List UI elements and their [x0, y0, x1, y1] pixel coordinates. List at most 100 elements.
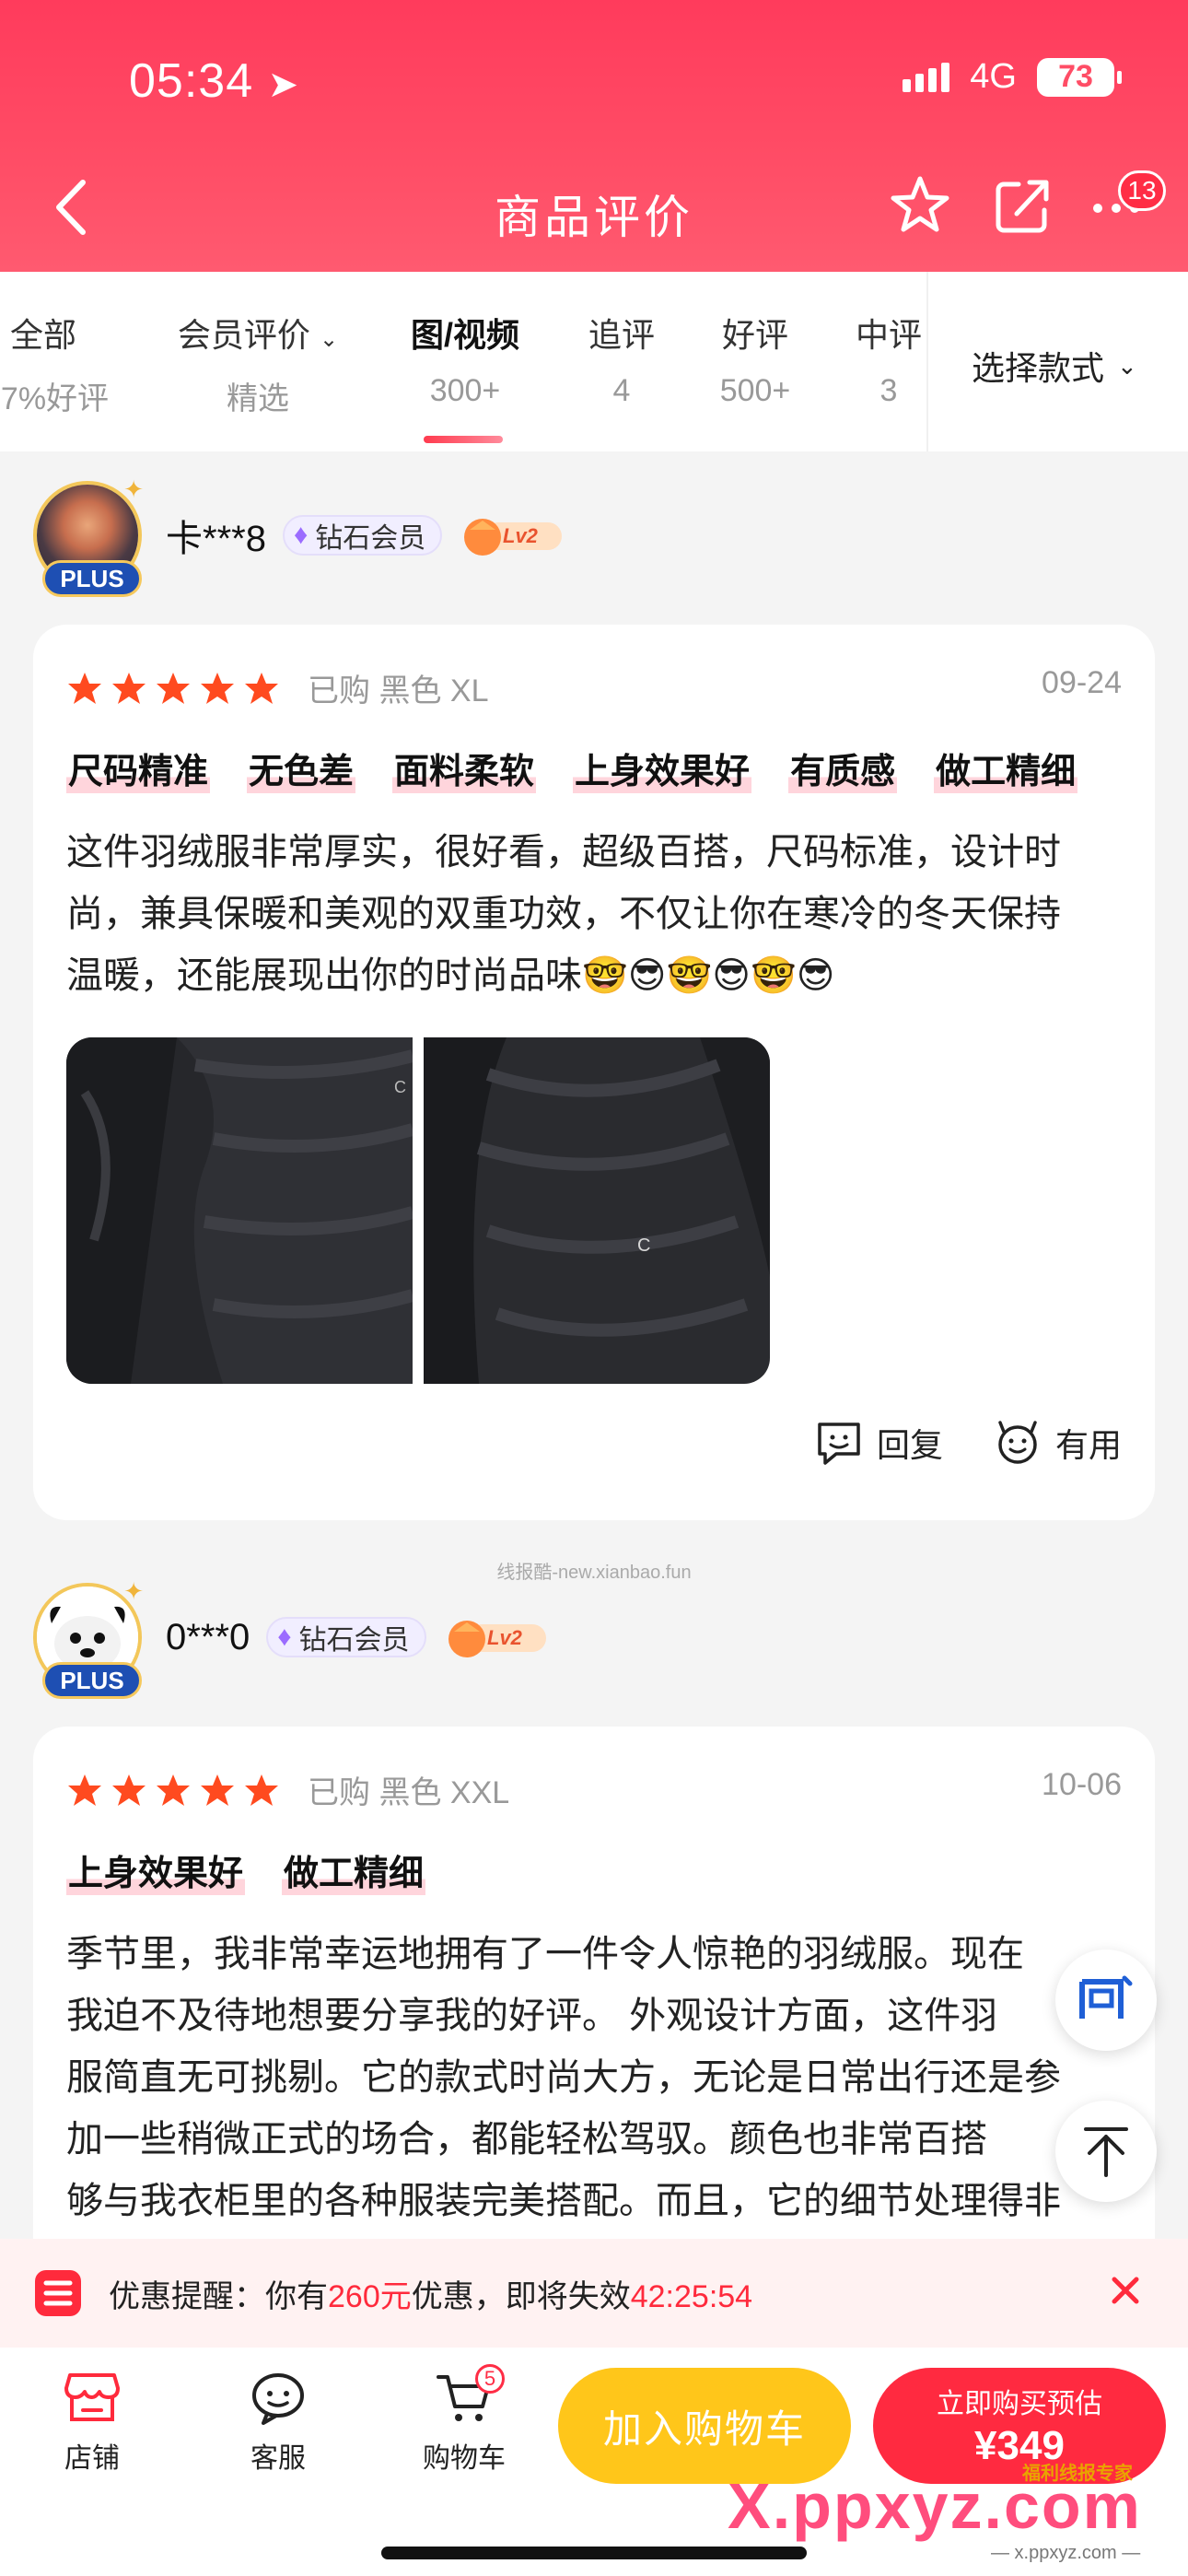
tab-photo-video[interactable]: 图/视频 300+ — [396, 309, 534, 409]
star-icon — [245, 672, 278, 704]
star-favorite-icon[interactable] — [888, 173, 952, 238]
tag-list: 尺码精准 无色差 面料柔软 上身效果好 有质感 做工精细 — [66, 743, 1078, 793]
service-button[interactable]: 客服 — [223, 2370, 333, 2476]
star-icon — [201, 1774, 234, 1806]
review-tag: 做工精细 — [934, 743, 1078, 793]
header: 05:34 ➤ 4G 73 商品评价 13 — [0, 0, 1188, 272]
review-photo[interactable]: C — [424, 1037, 770, 1384]
review-card: 已购 黑色 XXL 10-06 上身效果好 做工精细 季节里，我非常幸运地拥有了… — [33, 1727, 1155, 2298]
tab-label: 好评 — [721, 316, 788, 354]
chevron-down-icon: ⌄ — [319, 327, 339, 352]
arrow-up-icon — [1084, 2127, 1128, 2177]
star-icon — [157, 672, 190, 704]
svg-text:Lv2: Lv2 — [487, 1626, 523, 1649]
promo-bar: 优惠提醒：你有260元优惠，即将失效42:25:54 — [0, 2239, 1188, 2348]
review-line: 尚，兼具保暖和美观的双重功效，不仅让你在寒冷的冬天保持 — [66, 894, 1061, 934]
tab-sub: 97%好评 — [0, 381, 110, 416]
tab-all[interactable]: 全部 97%好评 — [0, 309, 110, 418]
share-icon[interactable] — [991, 173, 1055, 238]
useful-label: 有用 — [1054, 1426, 1122, 1464]
review-photos: C C — [66, 1037, 770, 1384]
status-bar-right: 4G 73 — [903, 57, 1122, 97]
cart-count-badge: 5 — [475, 2364, 505, 2394]
tab-sub: 3 — [879, 373, 898, 408]
review-line: 够与我衣柜里的各种服装完美搭配。而且，它的细节处理得非 — [66, 2181, 1061, 2221]
tab-label: 图/视频 — [410, 316, 519, 354]
star-icon — [201, 672, 234, 704]
review-page: 05:34 ➤ 4G 73 商品评价 13 全部 97%好评 会员评价 ⌄ 精选 图… — [0, 0, 1188, 2576]
purchase-info: 已购 黑色 XL — [308, 673, 489, 708]
rating-row: 已购 黑色 XXL — [66, 1767, 509, 1812]
review-tag: 无色差 — [247, 743, 356, 793]
cart-label: 购物车 — [423, 2443, 506, 2474]
store-label: 店铺 — [64, 2443, 120, 2474]
plus-badge: PLUS — [42, 1662, 142, 1699]
tab-positive[interactable]: 好评 500+ — [705, 309, 806, 409]
tag-list: 上身效果好 做工精细 — [66, 1844, 426, 1895]
tab-member[interactable]: 会员评价 ⌄ 精选 — [175, 309, 341, 418]
coupon-icon — [35, 2270, 81, 2316]
tab-sub: 500+ — [719, 373, 791, 408]
add-to-cart-button[interactable]: 加入购物车 — [558, 2368, 851, 2484]
site-watermark: X.ppxyz.com — [728, 2470, 1142, 2542]
review-line: 服简直无可挑剔。它的款式时尚大方，无论是日常出行还是参 — [66, 2057, 1061, 2098]
ask-icon — [1079, 1975, 1133, 2019]
membership-badge: ♦ 钻石会员 — [266, 1617, 426, 1657]
rating-row: 已购 黑色 XL — [66, 665, 488, 710]
star-icon — [68, 672, 101, 704]
tab-indicator — [424, 436, 503, 443]
tab-neutral[interactable]: 中评 3 — [838, 309, 939, 409]
plus-badge: PLUS — [42, 560, 142, 597]
site-watermark-sub: — x.ppxyz.com — — [991, 2543, 1141, 2563]
home-indicator — [381, 2547, 807, 2559]
review-card: 已购 黑色 XL 09-24 尺码精准 无色差 面料柔软 上身效果好 有质感 做… — [33, 625, 1155, 1520]
star-icon — [112, 672, 146, 704]
tab-label: 中评 — [855, 316, 922, 354]
review-user-row[interactable]: PLUS ✦ 0***0 ♦ 钻石会员 Lv2 — [33, 1577, 548, 1699]
useful-icon — [998, 1421, 1037, 1464]
review-date: 10-06 — [1042, 1767, 1122, 1802]
scroll-top-button[interactable] — [1055, 2101, 1157, 2202]
tab-sub: 精选 — [227, 381, 289, 416]
crown-icon: ✦ — [123, 475, 144, 503]
style-select[interactable]: 选择款式 ⌄ — [972, 342, 1137, 390]
reply-label: 回复 — [876, 1426, 943, 1464]
avatar[interactable]: PLUS ✦ — [33, 475, 144, 597]
diamond-icon: ♦ — [277, 1622, 292, 1652]
review-tag: 上身效果好 — [573, 743, 752, 793]
close-icon[interactable] — [1107, 2272, 1144, 2309]
style-select-label: 选择款式 — [972, 349, 1105, 387]
purchase-info: 已购 黑色 XXL — [308, 1775, 510, 1810]
store-button[interactable]: 店铺 — [37, 2370, 147, 2476]
battery-icon: 73 — [1037, 57, 1122, 97]
status-time: 05:34 ➤ — [129, 54, 300, 108]
watermark-text: 线报酷-new.xianbao.fun — [496, 1563, 692, 1583]
review-line: 这件羽绒服非常厚实，很好看，超级百搭，尺码标准，设计时 — [66, 832, 1061, 872]
signal-icon — [903, 62, 950, 92]
network-label: 4G — [970, 57, 1017, 96]
avatar[interactable]: PLUS ✦ — [33, 1577, 144, 1699]
tab-label: 全部 — [9, 316, 76, 354]
tab-label: 会员评价 ⌄ — [177, 316, 339, 354]
crown-icon: ✦ — [123, 1577, 144, 1605]
review-tag: 面料柔软 — [392, 743, 537, 793]
level-badge-icon: Lv2 — [448, 1621, 546, 1657]
cart-button[interactable]: 5 购物车 — [409, 2364, 519, 2476]
reply-button[interactable]: 回复 — [816, 1419, 943, 1467]
service-label: 客服 — [250, 2443, 306, 2474]
star-icon — [157, 1774, 190, 1806]
tab-sub: 4 — [612, 373, 631, 408]
review-line: 加一些稍微正式的场合，都能轻松驾驭。颜色也非常百搭 — [66, 2119, 987, 2160]
review-photo[interactable]: C — [66, 1037, 413, 1384]
level-badge-icon: Lv2 — [464, 519, 563, 556]
review-tag: 有质感 — [788, 743, 898, 793]
ask-button[interactable] — [1055, 1950, 1157, 2051]
chevron-down-icon: ⌄ — [1117, 351, 1137, 380]
review-line: 温暖，还能展现出你的时尚品味🤓😎🤓😎🤓😎 — [66, 955, 835, 996]
reply-icon — [818, 1423, 860, 1465]
tab-follow-up[interactable]: 追评 4 — [571, 309, 672, 409]
review-text: 季节里，我非常幸运地拥有了一件令人惊艳的羽绒服。现在 我迫不及待地想要分享我的好… — [66, 1924, 1122, 2232]
useful-button[interactable]: 有用 — [995, 1419, 1122, 1467]
promo-text: 优惠提醒：你有260元优惠，即将失效42:25:54 — [109, 2278, 753, 2314]
review-user-row[interactable]: PLUS ✦ 卡***8 ♦ 钻石会员 Lv2 — [33, 475, 564, 597]
